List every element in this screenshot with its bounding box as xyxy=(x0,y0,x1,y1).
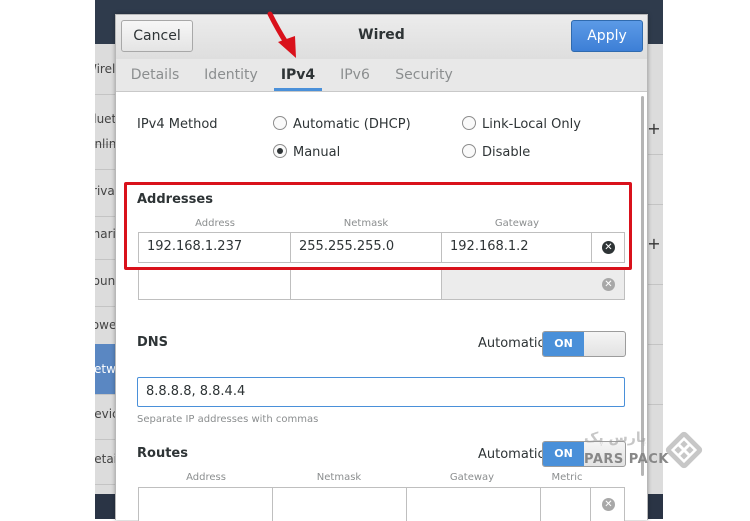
annotation-arrow-icon xyxy=(267,11,296,58)
radio-button[interactable] xyxy=(273,116,287,130)
toggle-on-label: ON xyxy=(543,442,584,466)
radio-automatic-dhcp[interactable]: Automatic (DHCP) xyxy=(273,116,411,134)
toggle-on-label: ON xyxy=(543,332,584,356)
tab-security[interactable]: Security xyxy=(394,59,454,91)
dialog-title: Wired xyxy=(358,27,405,43)
route-address-field[interactable] xyxy=(139,488,273,521)
dns-automatic-toggle[interactable]: ON xyxy=(542,331,626,357)
routes-section-label: Routes xyxy=(137,446,188,461)
gateway-field-disabled xyxy=(442,270,624,299)
radio-disable[interactable]: Disable xyxy=(462,144,530,162)
radio-manual[interactable]: Manual xyxy=(273,144,340,162)
ipv4-method-label: IPv4 Method xyxy=(137,117,218,132)
dialog-titlebar: Cancel Wired Apply xyxy=(116,15,647,60)
remove-route-icon[interactable]: ✕ xyxy=(602,498,615,511)
tab-ipv4[interactable]: IPv4 xyxy=(274,59,322,91)
dns-hint-text: Separate IP addresses with commas xyxy=(137,414,319,425)
routes-automatic-label: Automatic xyxy=(478,447,545,462)
route-netmask-field[interactable] xyxy=(273,488,407,521)
radio-label: Link-Local Only xyxy=(482,117,581,132)
route-metric-field[interactable] xyxy=(541,488,591,521)
annotation-highlight-box xyxy=(124,182,632,270)
svg-text:پارس پک: پارس پک xyxy=(584,430,646,446)
address-row-empty: ✕ xyxy=(138,269,625,300)
dns-automatic-label: Automatic xyxy=(478,336,545,351)
apply-button[interactable]: Apply xyxy=(571,20,643,52)
radio-label: Automatic (DHCP) xyxy=(293,117,411,132)
route-gateway-field[interactable] xyxy=(407,488,541,521)
radio-button-selected[interactable] xyxy=(273,144,287,158)
parspack-watermark-text: PARS PACK xyxy=(584,452,669,467)
remove-address-icon[interactable]: ✕ xyxy=(602,278,615,291)
radio-label: Disable xyxy=(482,145,531,160)
address-field[interactable] xyxy=(139,270,291,299)
ipv4-settings-panel: IPv4 Method Automatic (DHCP) Link-Local … xyxy=(116,92,647,521)
tab-details[interactable]: Details xyxy=(128,59,182,91)
radio-label: Manual xyxy=(293,145,341,160)
route-row: ✕ xyxy=(138,487,625,521)
tab-bar: Details Identity IPv4 IPv6 Security xyxy=(116,59,647,92)
dns-section-label: DNS xyxy=(137,335,169,350)
radio-button[interactable] xyxy=(462,144,476,158)
radio-button[interactable] xyxy=(462,116,476,130)
scrollbar[interactable] xyxy=(641,96,644,476)
netmask-field[interactable] xyxy=(291,270,442,299)
column-header-gateway: Gateway xyxy=(449,472,495,483)
column-header-address: Address xyxy=(186,472,226,483)
radio-link-local-only[interactable]: Link-Local Only xyxy=(462,116,581,134)
column-header-netmask: Netmask xyxy=(316,472,362,483)
tab-identity[interactable]: Identity xyxy=(200,59,262,91)
tab-ipv6[interactable]: IPv6 xyxy=(338,59,372,91)
dns-servers-input[interactable]: 8.8.8.8, 8.8.4.4 xyxy=(137,377,625,407)
